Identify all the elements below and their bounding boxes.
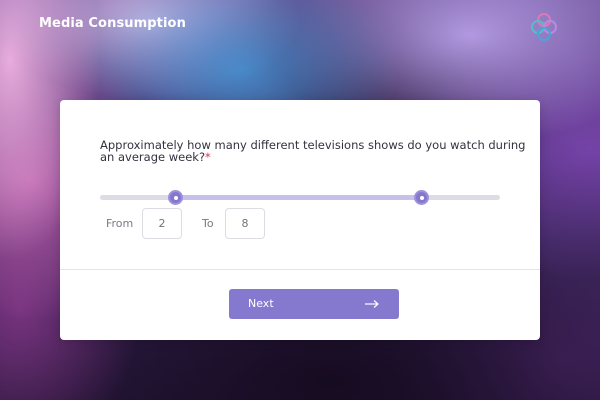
slider-thumb-from[interactable] — [168, 190, 183, 205]
from-label: From — [106, 217, 134, 230]
required-asterisk: * — [205, 150, 211, 164]
slider-thumb-to[interactable] — [414, 190, 429, 205]
app-title: Media Consumption — [39, 16, 186, 31]
question-text: Approximately how many different televis… — [100, 138, 526, 164]
range-value-inputs: From To — [106, 208, 306, 239]
interlocking-circles-logo-icon — [531, 13, 557, 41]
page: Media Consumption Approximately how many… — [0, 0, 600, 400]
to-label: To — [202, 217, 214, 230]
next-button-label: Next — [248, 297, 274, 310]
range-slider[interactable] — [100, 189, 500, 205]
to-input[interactable] — [225, 208, 265, 239]
arrow-right-icon — [365, 300, 379, 308]
slider-selected-range — [176, 195, 422, 200]
question-prompt: Approximately how many different televis… — [100, 139, 530, 163]
next-button[interactable]: Next — [229, 289, 399, 319]
question-card: Approximately how many different televis… — [60, 100, 540, 340]
from-input[interactable] — [142, 208, 182, 239]
footer-divider — [60, 269, 540, 270]
